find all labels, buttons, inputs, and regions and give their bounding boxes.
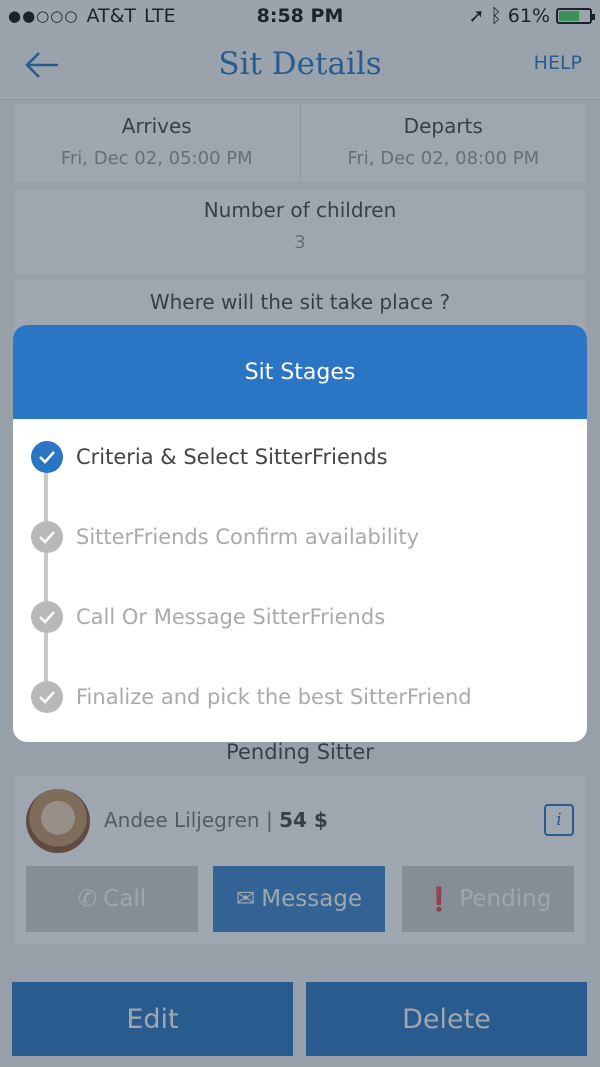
stage-label: Finalize and pick the best SitterFriend: [76, 685, 472, 709]
check-icon: [31, 681, 63, 713]
modal-title: Sit Stages: [13, 325, 587, 419]
stage-label: Criteria & Select SitterFriends: [76, 445, 388, 469]
stage-connector: [44, 461, 48, 701]
check-icon: [31, 601, 63, 633]
check-icon: [31, 521, 63, 553]
check-icon: [31, 441, 63, 473]
stage-label: SitterFriends Confirm availability: [76, 525, 420, 549]
stage-label: Call Or Message SitterFriends: [76, 605, 386, 629]
stage-item[interactable]: Call Or Message SitterFriends: [31, 601, 385, 633]
stage-item[interactable]: SitterFriends Confirm availability: [31, 521, 419, 553]
sit-stages-modal: Sit Stages Criteria & Select SitterFrien…: [13, 325, 587, 742]
stage-item[interactable]: Finalize and pick the best SitterFriend: [31, 681, 472, 713]
stage-item[interactable]: Criteria & Select SitterFriends: [31, 441, 388, 473]
